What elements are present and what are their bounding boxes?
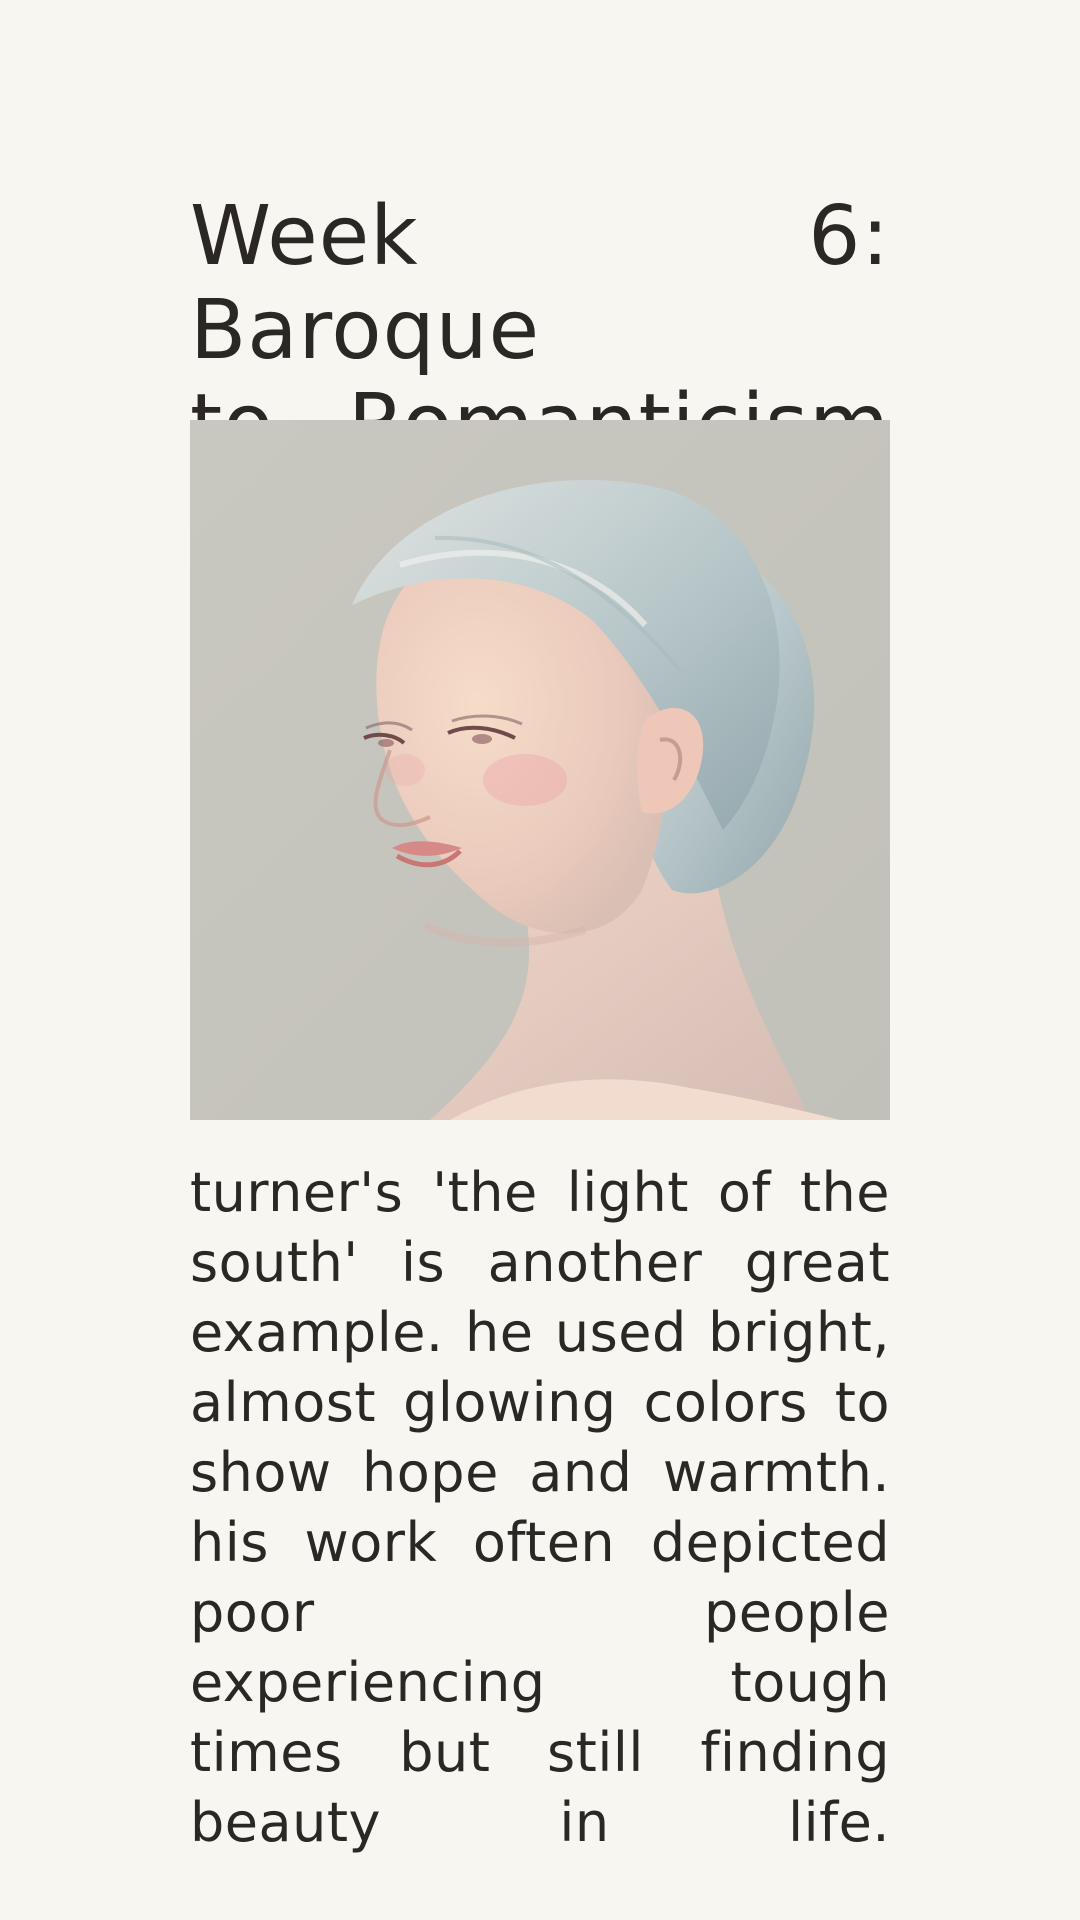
- portrait-illustration-icon: [190, 420, 890, 1120]
- title-line-1: Week 6: Baroque: [190, 189, 890, 378]
- portrait-image: [190, 420, 890, 1120]
- lesson-card: Week 6: Baroque to Romanticism: [190, 189, 890, 1854]
- body-paragraph: turner's 'the light of the south' is ano…: [190, 1161, 890, 1854]
